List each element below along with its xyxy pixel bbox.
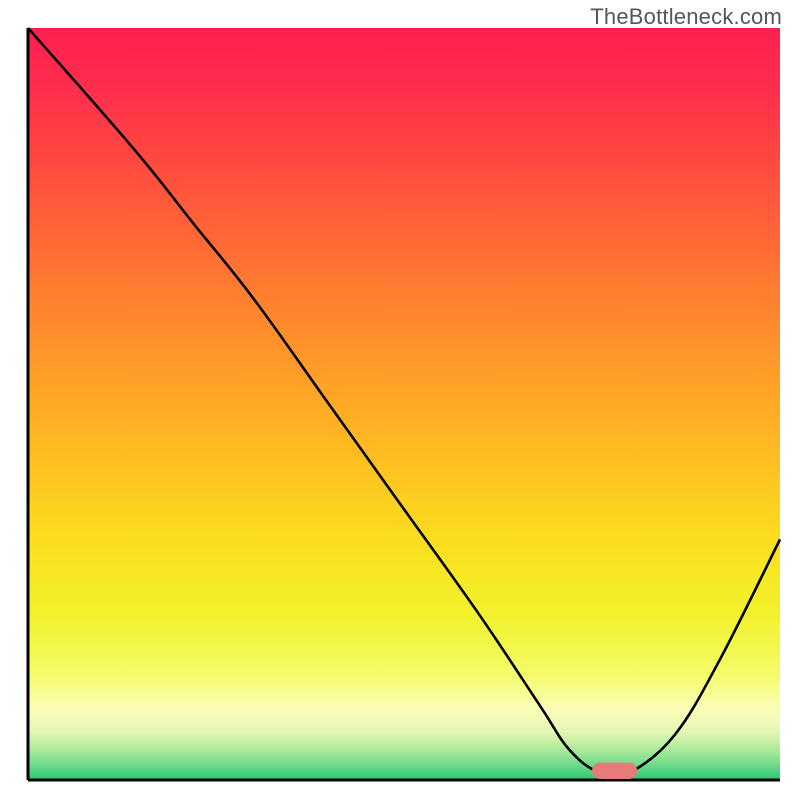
bottleneck-chart: [0, 0, 800, 800]
plot-background: [28, 28, 780, 780]
chart-container: { "watermark": "TheBottleneck.com", "cha…: [0, 0, 800, 800]
optimal-marker: [592, 762, 637, 779]
watermark-text: TheBottleneck.com: [590, 4, 782, 30]
